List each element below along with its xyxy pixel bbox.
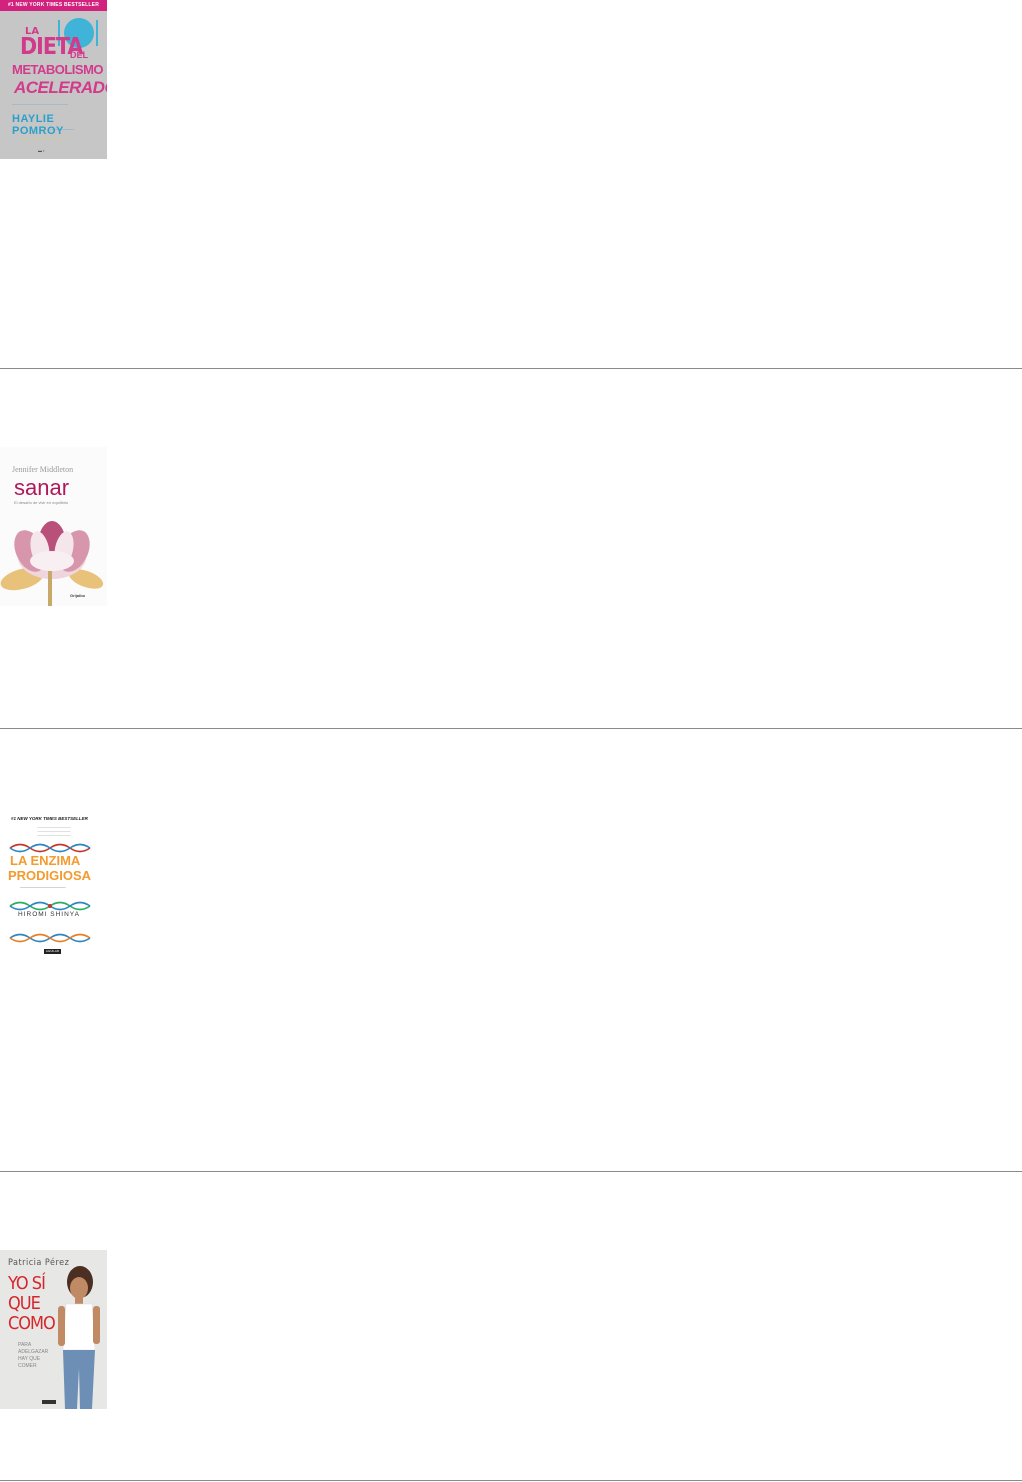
publisher-logo: Grijalbo bbox=[70, 593, 86, 598]
subtitle-line4: COMER bbox=[18, 1363, 37, 1369]
title-part-acelerado: ACELERADO bbox=[14, 78, 107, 97]
book-author: Patricia Pérez bbox=[8, 1258, 70, 1268]
book-title-line1: YO SÍ bbox=[8, 1273, 46, 1294]
book-cover-sanar[interactable]: Jennifer Middleton sanar El desafío de v… bbox=[0, 447, 107, 606]
subtitle-line2: ADELGAZAR bbox=[18, 1349, 49, 1355]
book-cover-yo-si-que-como[interactable]: Patricia Pérez YO SÍ QUE COMO PARA ADELG… bbox=[0, 1250, 107, 1409]
row-divider bbox=[0, 728, 1022, 729]
book-cover-dieta-metabolismo[interactable]: #1 NEW YORK TIMES BESTSELLER LA DIETA DE… bbox=[0, 0, 107, 159]
bestseller-band: #1 NEW YORK TIMES BESTSELLER bbox=[0, 0, 107, 11]
book-title-line2: PRODIGIOSA bbox=[8, 868, 92, 883]
question-text: ————————————— bbox=[20, 885, 66, 889]
subtitle-line3: HAY QUE bbox=[18, 1356, 41, 1362]
book-title-line3: COMO bbox=[8, 1313, 56, 1334]
title-part-metabolismo: METABOLISMO bbox=[12, 62, 104, 77]
row-divider bbox=[0, 1480, 1022, 1481]
subtitle-text: —————————————— bbox=[12, 101, 68, 106]
row-divider bbox=[0, 1171, 1022, 1172]
title-part-del: DEL bbox=[70, 50, 88, 60]
coauthor-text: —————— bbox=[50, 126, 74, 131]
book-cover-enzima-prodigiosa[interactable]: #1 NEW YORK TIMES BESTSELLER ———————————… bbox=[0, 805, 107, 964]
book-title-line1: LA ENZIMA bbox=[10, 853, 81, 868]
book-title-line2: QUE bbox=[8, 1293, 41, 1314]
book-subtitle: El desafío de vivir en equilibrio bbox=[14, 500, 69, 505]
row-divider bbox=[0, 368, 1022, 369]
book-author: Jennifer Middleton bbox=[12, 465, 74, 474]
subtitle-line1: PARA bbox=[18, 1342, 32, 1348]
knife-icon bbox=[96, 20, 98, 46]
publisher-logo bbox=[42, 1400, 56, 1404]
publisher-logo: ▬ ▪ bbox=[38, 148, 45, 153]
tagline-text: ———————————— bbox=[20, 135, 68, 140]
publisher-logo: AGUILAR bbox=[44, 949, 61, 954]
book-author: HAYLIE POMROY bbox=[12, 113, 64, 137]
lotus-flower-image bbox=[0, 521, 104, 606]
book-author: HIROMI SHINYA bbox=[18, 911, 80, 918]
book-title: sanar bbox=[14, 475, 70, 500]
